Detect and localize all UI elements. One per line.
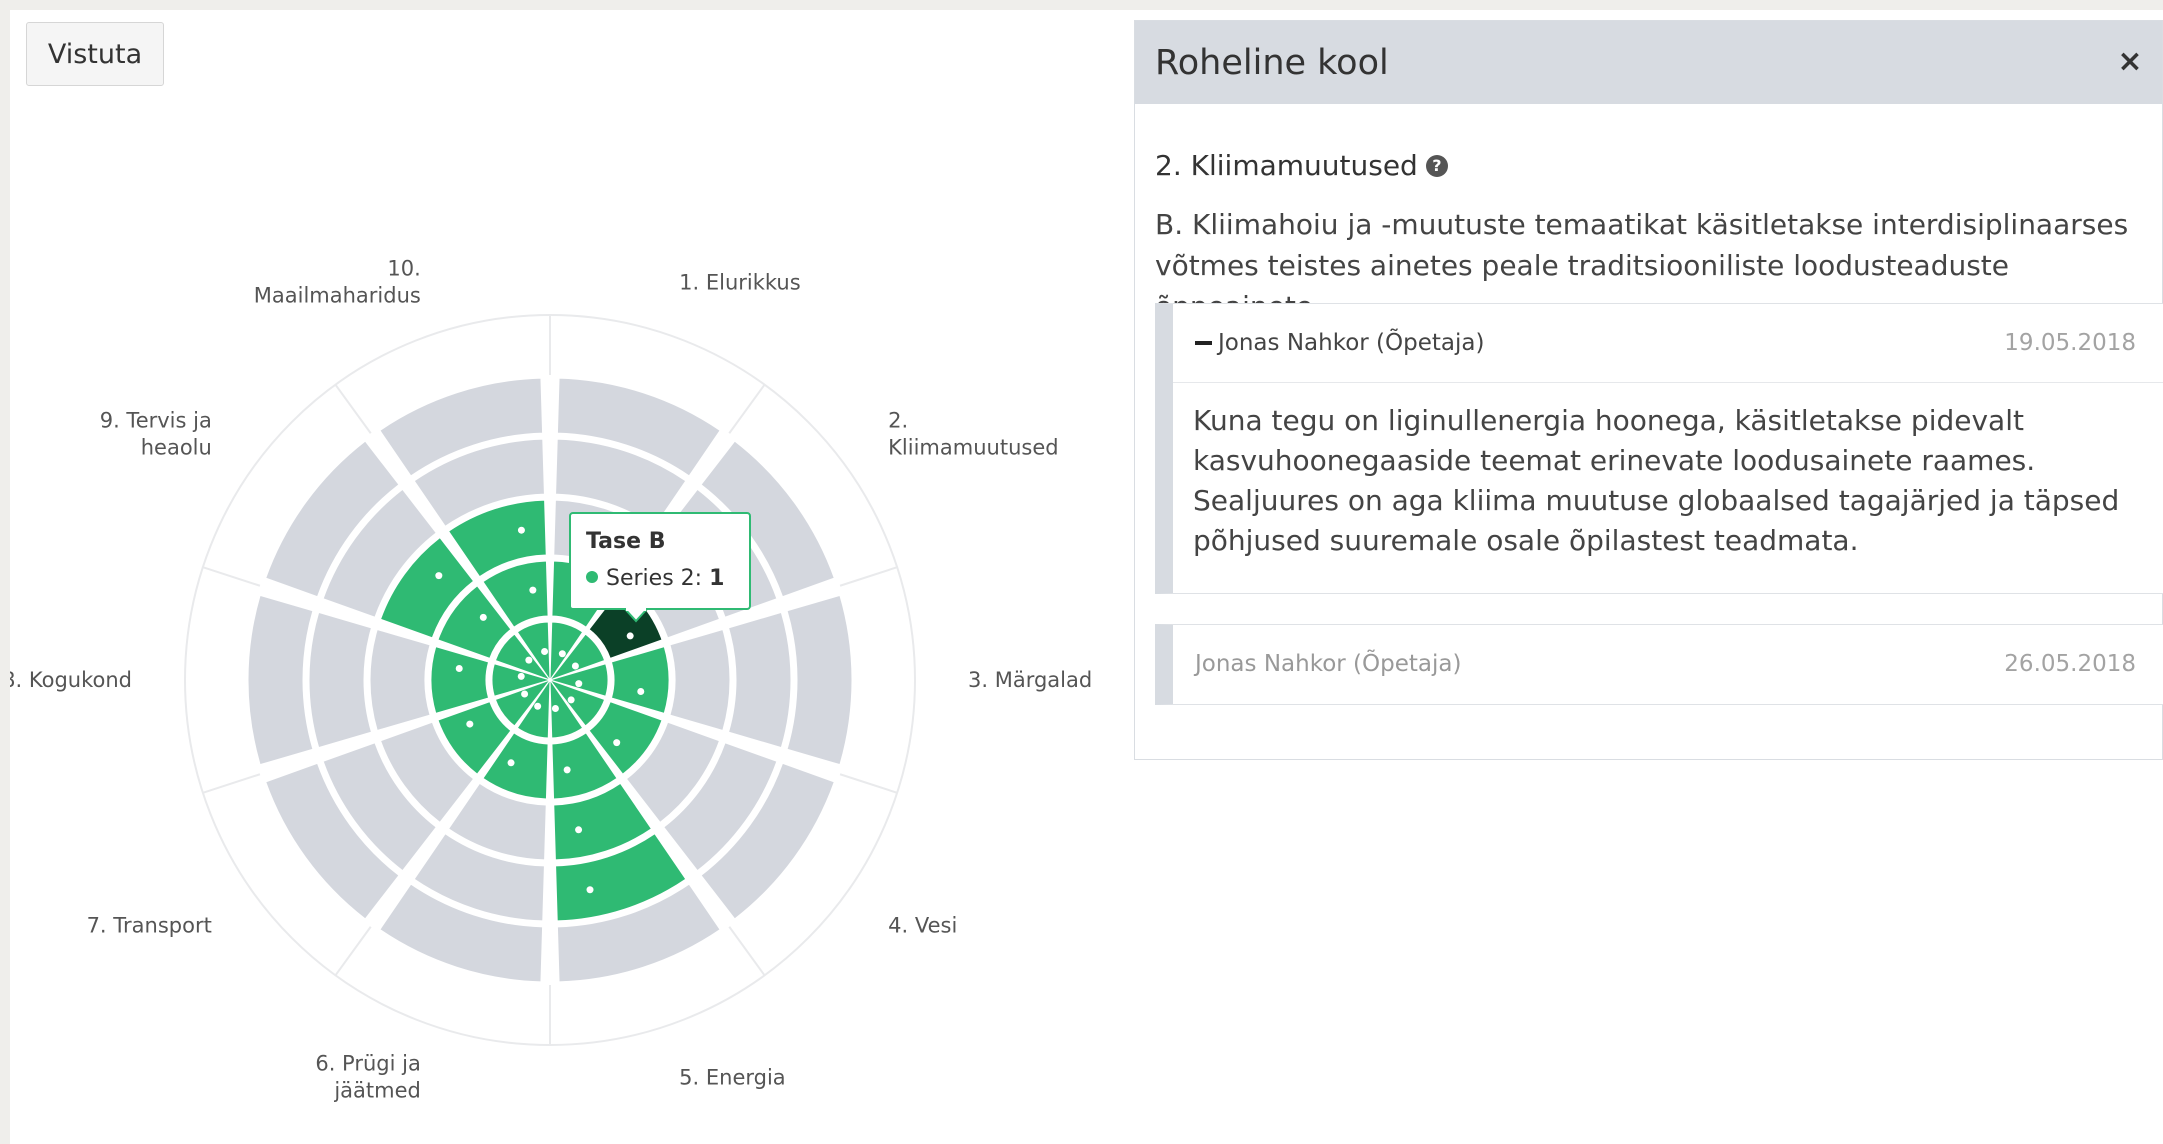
panel-header: Roheline kool × [1135,21,2162,104]
chart-grid-line [839,566,898,587]
category-label: 9. Tervis ja heaolu [100,408,212,459]
chart-point [529,586,537,594]
chart-point [613,739,621,747]
category-label-line: heaolu [141,435,212,459]
polar-chart: 1. Elurikkus 2. Kliimamuutused 3. Märgalad 4… [10,256,1092,1103]
category-label-line: jäätmed [333,1079,421,1103]
category-label-line: 3. Märgalad [968,668,1092,692]
chart-point [517,526,525,534]
collapse-icon[interactable] [1195,341,1212,345]
section-title-text: 2. Kliimamuutused [1155,149,1418,182]
chart-point [567,696,575,704]
panel-title: Roheline kool [1155,42,1389,83]
category-label: 10. Maailmaharidus [254,256,421,307]
chart-sector [610,646,670,714]
comment-date: 19.05.2018 [2004,330,2136,356]
category-label: 6. Prügi ja jäätmed [315,1052,421,1103]
chart-grid-line [334,384,372,434]
tooltip-title: Tase B [586,529,665,554]
category-label: 8. Kogukond [10,668,132,692]
tooltip-box [569,512,751,610]
category-label: 3. Märgalad [968,668,1092,692]
chart-grid-line [839,773,898,794]
chart-tooltip: Tase B Series 2: 1 [569,512,751,623]
details-panel: Roheline kool × 2. Kliimamuutused ? B. K… [1134,20,2163,760]
tooltip-pointer-mask [626,607,646,611]
comment-author: Jonas Nahkor (Õpetaja) [1195,330,1484,356]
chart-point [551,704,559,712]
chart-point [466,720,474,728]
comment-card: Jonas Nahkor (Õpetaja) 26.05.2018 [1155,624,2163,705]
category-label-line: Kliimamuutused [888,435,1058,459]
comment-author-name: Jonas Nahkor (Õpetaja) [1195,651,1462,677]
chart-grid-line [202,566,261,587]
chart-point [571,662,579,670]
chart-point [637,687,645,695]
chart-grid-line [728,926,766,976]
tooltip-series-name: Series 2: [606,566,709,591]
chart-point [563,766,571,774]
chart-sector [369,628,431,732]
category-label-line: 9. Tervis ja [100,408,212,432]
category-label: 2. Kliimamuutused [888,408,1058,459]
category-label-line: 10. [387,256,420,280]
chart-point [558,650,566,658]
comment-date: 26.05.2018 [2004,651,2136,677]
chart-point [521,690,529,698]
chart-point [455,665,463,673]
close-icon[interactable]: × [2112,43,2148,79]
category-label-line: Maailmaharidus [254,283,421,307]
category-label: 1. Elurikkus [679,270,801,294]
category-label-line: 5. Energia [679,1066,786,1090]
chart-point [575,680,583,688]
chart-point [575,826,583,834]
question-circle-icon[interactable]: ? [1425,154,1448,177]
chart-sector [308,611,373,749]
category-label-line: 1. Elurikkus [679,270,801,294]
category-label: 7. Transport [87,914,212,938]
category-label-line: 8. Kogukond [10,668,132,692]
chart-grid-line [334,926,372,976]
chart-sector [727,611,792,749]
chart-point [541,648,549,656]
category-label-line: 7. Transport [87,914,212,938]
chart-point [435,572,443,580]
category-label-line: 2. [888,408,908,432]
tooltip-series-value: 1 [709,566,724,591]
chart-sector [669,628,731,732]
chart-point [517,672,525,680]
chart-grid-line [728,384,766,434]
chart-sector [430,646,490,714]
tooltip-series: Series 2: 1 [606,566,724,591]
comment-text: Kuna tegu on liginullenergia hoonega, kä… [1193,404,2120,557]
comment-header[interactable]: Jonas Nahkor (Õpetaja) 19.05.2018 [1173,304,2163,383]
section-title: 2. Kliimamuutused ? [1155,149,1448,182]
category-label-line: 6. Prügi ja [315,1052,421,1076]
chart-grid-line [202,773,261,794]
chart-point [525,656,533,664]
category-label: 5. Energia [679,1066,786,1090]
chart-sector [786,594,853,766]
page: Vistuta 1. Elurikkus 2. Kliimamuutused 3. M… [10,10,2163,1144]
comment-author-name: Jonas Nahkor (Õpetaja) [1218,330,1485,356]
comment-card: Jonas Nahkor (Õpetaja) 19.05.2018 Kuna t… [1155,303,2163,594]
tooltip-series-marker [586,571,598,583]
chart-point [534,702,542,710]
chart-point [479,613,487,621]
comment-header[interactable]: Jonas Nahkor (Õpetaja) 26.05.2018 [1173,625,2163,703]
category-label: 4. Vesi [888,914,957,938]
chart-point [586,886,594,894]
chart-point [626,632,634,640]
chart-point [507,759,515,767]
category-label-line: 4. Vesi [888,914,957,938]
chart-sector [247,594,314,766]
